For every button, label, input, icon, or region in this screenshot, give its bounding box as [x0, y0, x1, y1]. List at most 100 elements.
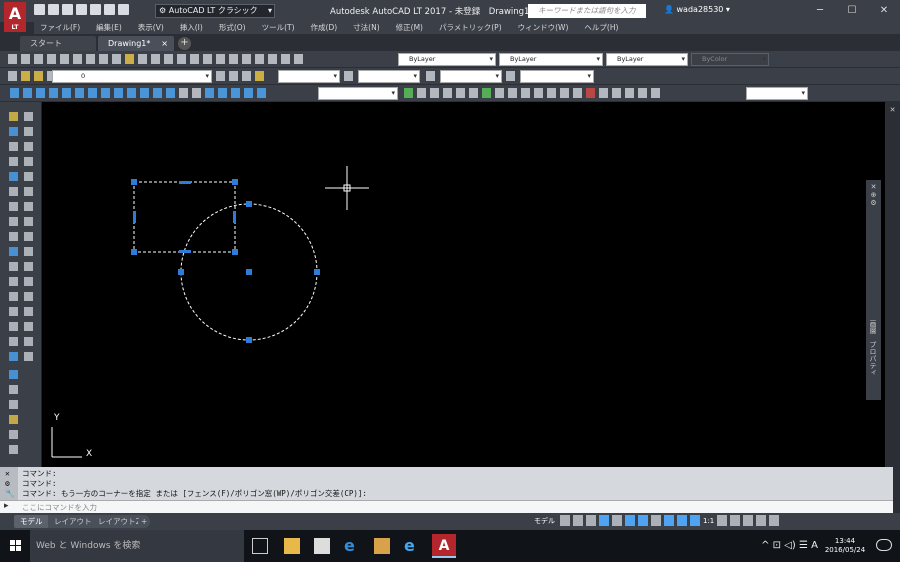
trim-palette-icon[interactable]	[24, 262, 33, 271]
break-palette-icon[interactable]	[24, 292, 33, 301]
dim-space-icon[interactable]	[153, 88, 162, 98]
fillet-palette-icon[interactable]	[24, 337, 33, 346]
dim-break-icon[interactable]	[166, 88, 175, 98]
user-account[interactable]: 👤 wada28530 ▾	[664, 5, 730, 14]
explode-icon[interactable]	[599, 88, 608, 98]
group-icon[interactable]	[625, 88, 634, 98]
extend-palette-icon[interactable]	[24, 277, 33, 286]
rotate-icon[interactable]	[482, 88, 491, 98]
auto-scale-icon[interactable]	[677, 515, 687, 526]
mirror-icon[interactable]	[430, 88, 439, 98]
color-dropdown[interactable]: ByLayer	[398, 53, 496, 66]
text-style-icon[interactable]	[255, 71, 264, 81]
mleader-style-dropdown[interactable]	[520, 70, 594, 83]
help-icon[interactable]	[294, 54, 303, 64]
dim-linear-icon[interactable]	[10, 88, 19, 98]
chamfer-palette-icon[interactable]	[24, 322, 33, 331]
osnap-icon[interactable]	[638, 515, 648, 526]
revcloud-icon[interactable]	[9, 202, 18, 211]
rectangle-icon[interactable]	[9, 157, 18, 166]
clock[interactable]: 13:44 2016/05/24	[824, 537, 866, 555]
drawing-area[interactable]: Y X	[42, 102, 885, 467]
units-icon[interactable]	[743, 515, 754, 526]
pan-icon[interactable]	[164, 54, 173, 64]
zoom-realtime-icon[interactable]	[177, 54, 186, 64]
linetype-dropdown[interactable]: ByLayer	[499, 53, 603, 66]
autocad-taskbar-icon[interactable]: A	[432, 534, 456, 558]
dim-angular-icon[interactable]	[101, 88, 110, 98]
osnap-tracking-icon[interactable]	[625, 515, 635, 526]
circle-icon[interactable]	[9, 187, 18, 196]
draworder-icon[interactable]	[612, 88, 621, 98]
grip-rect-mid-left[interactable]	[133, 211, 136, 223]
customization-menu-icon[interactable]	[769, 515, 780, 526]
taskbar-search[interactable]: Web と Windows を検索	[30, 530, 244, 562]
array-palette-icon[interactable]	[24, 187, 33, 196]
arc-icon[interactable]	[9, 172, 18, 181]
paste-icon[interactable]	[112, 54, 121, 64]
text-style-dropdown[interactable]	[278, 70, 340, 83]
new-icon[interactable]	[34, 4, 45, 15]
network-icon[interactable]: ⊡	[773, 540, 781, 551]
isolate-icon[interactable]	[756, 515, 767, 526]
grip-rect-corner-1[interactable]	[131, 179, 137, 185]
layer-properties-icon[interactable]	[8, 71, 17, 81]
redo-icon[interactable]	[151, 54, 160, 64]
join-icon[interactable]	[560, 88, 569, 98]
grip-circle-top[interactable]	[246, 201, 252, 207]
cut-icon[interactable]	[86, 54, 95, 64]
table-icon[interactable]	[9, 337, 18, 346]
grip-rect-mid-top[interactable]	[179, 181, 191, 184]
gradient-icon[interactable]	[9, 307, 18, 316]
grip-rect-corner-2[interactable]	[232, 179, 238, 185]
design-center-icon[interactable]	[229, 54, 238, 64]
dim-jogged-icon[interactable]	[75, 88, 84, 98]
stretch-palette-icon[interactable]	[24, 247, 33, 256]
plot-icon[interactable]	[47, 54, 56, 64]
add-selected-icon[interactable]	[9, 385, 18, 394]
close-icon[interactable]: ✕	[885, 106, 900, 114]
grid-icon[interactable]	[560, 515, 570, 526]
mirror-palette-icon[interactable]	[24, 157, 33, 166]
array-icon[interactable]	[456, 88, 465, 98]
region-icon[interactable]	[9, 322, 18, 331]
chevron-up-icon[interactable]: ^	[761, 540, 769, 551]
polar-icon[interactable]	[599, 515, 609, 526]
dim-style-dropdown[interactable]	[358, 70, 420, 83]
move-palette-icon[interactable]	[24, 202, 33, 211]
new-tab-button[interactable]: +	[178, 37, 191, 50]
dim-style-icon[interactable]	[344, 71, 353, 81]
menu-modify[interactable]: 修正(M)	[396, 22, 423, 34]
grip-circle-bottom[interactable]	[246, 337, 252, 343]
quick-select-icon[interactable]	[651, 88, 660, 98]
ime-indicator[interactable]: A	[811, 540, 818, 551]
model-space-toggle[interactable]: モデル	[534, 516, 555, 526]
undo-icon[interactable]	[138, 54, 147, 64]
table-style-icon[interactable]	[426, 71, 435, 81]
snap-icon[interactable]	[573, 515, 583, 526]
center-mark-icon[interactable]	[192, 88, 201, 98]
store-icon[interactable]	[314, 538, 330, 554]
construction-line-icon[interactable]	[24, 112, 33, 121]
zoom-palette-icon[interactable]	[9, 400, 18, 409]
inspect-icon[interactable]	[205, 88, 214, 98]
minimize-button[interactable]: ─	[804, 0, 836, 22]
media-icon[interactable]	[374, 538, 390, 554]
application-menu-button[interactable]: A LT	[4, 2, 26, 32]
gear-icon[interactable]: ⚙	[866, 199, 881, 207]
text-icon[interactable]	[9, 370, 18, 379]
tab-drawing1[interactable]: Drawing1* ×	[98, 36, 174, 51]
measure-icon[interactable]	[9, 445, 18, 454]
dim-aligned-icon[interactable]	[23, 88, 32, 98]
spline-icon[interactable]	[9, 217, 18, 226]
notification-icon[interactable]: ☰	[799, 540, 808, 551]
annotation-monitor-icon[interactable]	[730, 515, 741, 526]
ungroup-icon[interactable]	[638, 88, 647, 98]
mleader-style-icon[interactable]	[506, 71, 515, 81]
menu-file[interactable]: ファイル(F)	[40, 22, 80, 34]
action-center-icon[interactable]	[876, 539, 892, 551]
save-icon[interactable]	[34, 54, 43, 64]
wrench-icon[interactable]: 🔧	[5, 489, 15, 498]
dim-text-edit-icon[interactable]	[244, 88, 253, 98]
offset-icon[interactable]	[443, 88, 452, 98]
